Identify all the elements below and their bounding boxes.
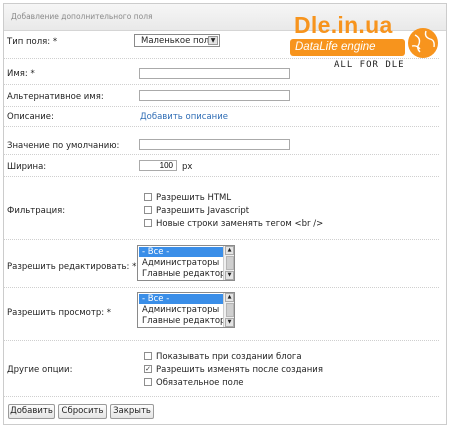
- allow-html-checkbox[interactable]: [144, 193, 152, 201]
- view-permission-label: Разрешить просмотр: *: [7, 308, 112, 318]
- divider: [3, 340, 439, 341]
- brand-engine-bar: DataLife engine: [290, 39, 405, 56]
- list-item[interactable]: Администраторы: [139, 258, 223, 268]
- scrollbar[interactable]: ▲ ▼: [223, 246, 234, 280]
- type-select[interactable]: Маленькое поле ▼: [134, 34, 220, 47]
- close-button[interactable]: Закрыть: [110, 404, 154, 419]
- show-on-create-label: Показывать при создании блога: [156, 352, 302, 362]
- default-value-label: Значение по умолчанию:: [7, 141, 120, 151]
- allow-html-label: Разрешить HTML: [156, 193, 232, 203]
- page-title: Добавление дополнительного поля: [11, 12, 153, 21]
- required-field-label: Обязательное поле: [156, 378, 244, 388]
- brand-tagline: ALL FOR DLE: [334, 60, 405, 70]
- allow-javascript-label: Разрешить Javascript: [156, 206, 250, 216]
- add-button[interactable]: Добавить: [8, 404, 55, 419]
- allow-javascript-checkbox[interactable]: [144, 206, 152, 214]
- width-label: Ширина:: [7, 162, 47, 172]
- view-permission-list[interactable]: - Все - Администраторы Главные редакторы…: [137, 292, 235, 328]
- divider: [3, 106, 439, 107]
- divider: [3, 126, 439, 127]
- brand-logo: Dle.in.ua DataLife engine ALL FOR DLE: [290, 12, 440, 74]
- add-description-link[interactable]: Добавить описание: [140, 112, 228, 122]
- list-item[interactable]: - Все -: [139, 247, 223, 257]
- divider: [3, 84, 439, 85]
- alt-name-input[interactable]: [139, 90, 290, 101]
- name-label: Имя: *: [7, 69, 35, 79]
- name-input[interactable]: [139, 68, 290, 79]
- default-value-input[interactable]: [139, 139, 290, 150]
- list-item[interactable]: Главные редакторы: [139, 269, 232, 279]
- show-on-create-checkbox[interactable]: [144, 352, 152, 360]
- list-item[interactable]: - Все -: [139, 294, 223, 304]
- other-options-label: Другие опции:: [7, 365, 73, 375]
- divider: [3, 58, 439, 59]
- reset-button[interactable]: Сбросить: [58, 404, 107, 419]
- newline-br-checkbox[interactable]: [144, 219, 152, 227]
- brand-engine: DataLife engine: [295, 41, 376, 53]
- list-item[interactable]: Главные редакторы: [139, 316, 232, 326]
- divider: [3, 239, 439, 240]
- allow-edit-after-create-checkbox[interactable]: ✓: [144, 365, 152, 373]
- width-unit: px: [182, 162, 193, 172]
- chevron-down-icon[interactable]: ▼: [208, 36, 218, 45]
- alt-name-label: Альтернативное имя:: [7, 92, 104, 102]
- filter-label: Фильтрация:: [7, 206, 66, 216]
- scroll-thumb[interactable]: [226, 256, 234, 270]
- divider: [3, 287, 439, 288]
- scroll-down-icon[interactable]: ▼: [225, 271, 234, 280]
- scroll-thumb[interactable]: [226, 303, 234, 317]
- description-label: Описание:: [7, 112, 54, 122]
- required-field-checkbox[interactable]: [144, 378, 152, 386]
- divider: [3, 176, 439, 177]
- allow-edit-after-create-label: Разрешить изменять после создания: [156, 365, 323, 375]
- newline-br-label: Новые строки заменять тегом <br />: [156, 219, 324, 229]
- brand-name: Dle.in.ua: [294, 12, 393, 38]
- scroll-down-icon[interactable]: ▼: [225, 318, 234, 327]
- edit-permission-label: Разрешить редактировать: *: [7, 262, 137, 272]
- divider: [3, 154, 439, 155]
- type-label: Тип поля: *: [7, 37, 58, 47]
- width-input[interactable]: [139, 160, 177, 171]
- scroll-up-icon[interactable]: ▲: [225, 293, 234, 302]
- globe-icon: [408, 28, 438, 58]
- scrollbar[interactable]: ▲ ▼: [223, 293, 234, 327]
- scroll-up-icon[interactable]: ▲: [225, 246, 234, 255]
- divider: [3, 396, 439, 397]
- list-item[interactable]: Администраторы: [139, 305, 223, 315]
- type-select-value: Маленькое поле: [141, 36, 215, 46]
- edit-permission-list[interactable]: - Все - Администраторы Главные редакторы…: [137, 245, 235, 281]
